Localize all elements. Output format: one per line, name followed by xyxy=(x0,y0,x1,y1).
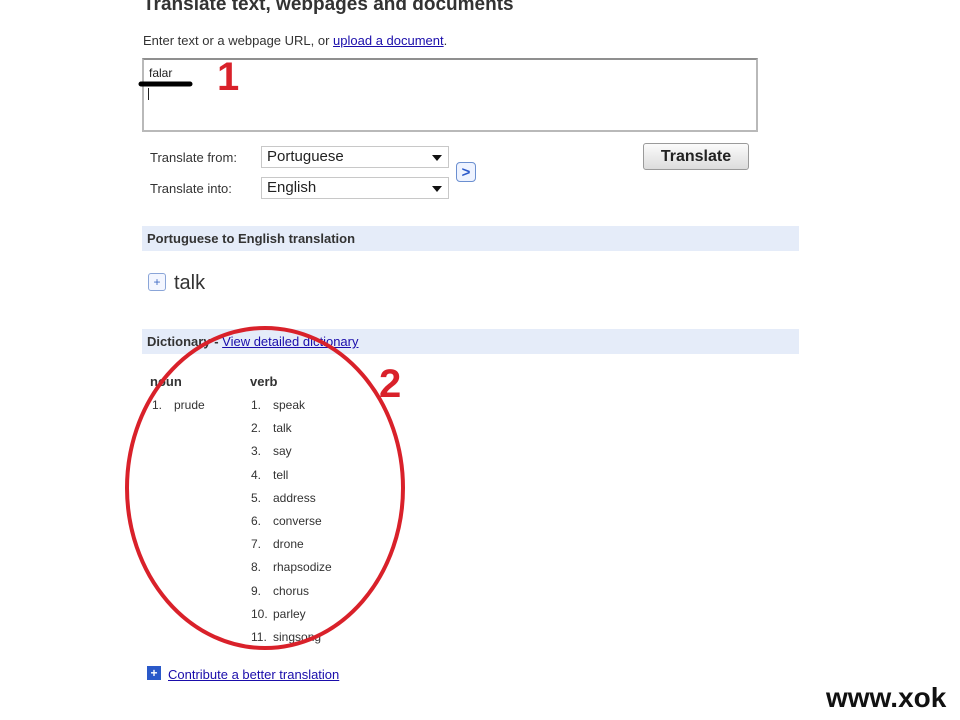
annotation-number-1: 1 xyxy=(217,55,240,99)
annotation-overlay xyxy=(125,81,405,650)
annotation-number-2: 2 xyxy=(379,362,402,406)
red-circle-annotation xyxy=(125,326,405,650)
watermark: www.xok xyxy=(826,682,947,713)
